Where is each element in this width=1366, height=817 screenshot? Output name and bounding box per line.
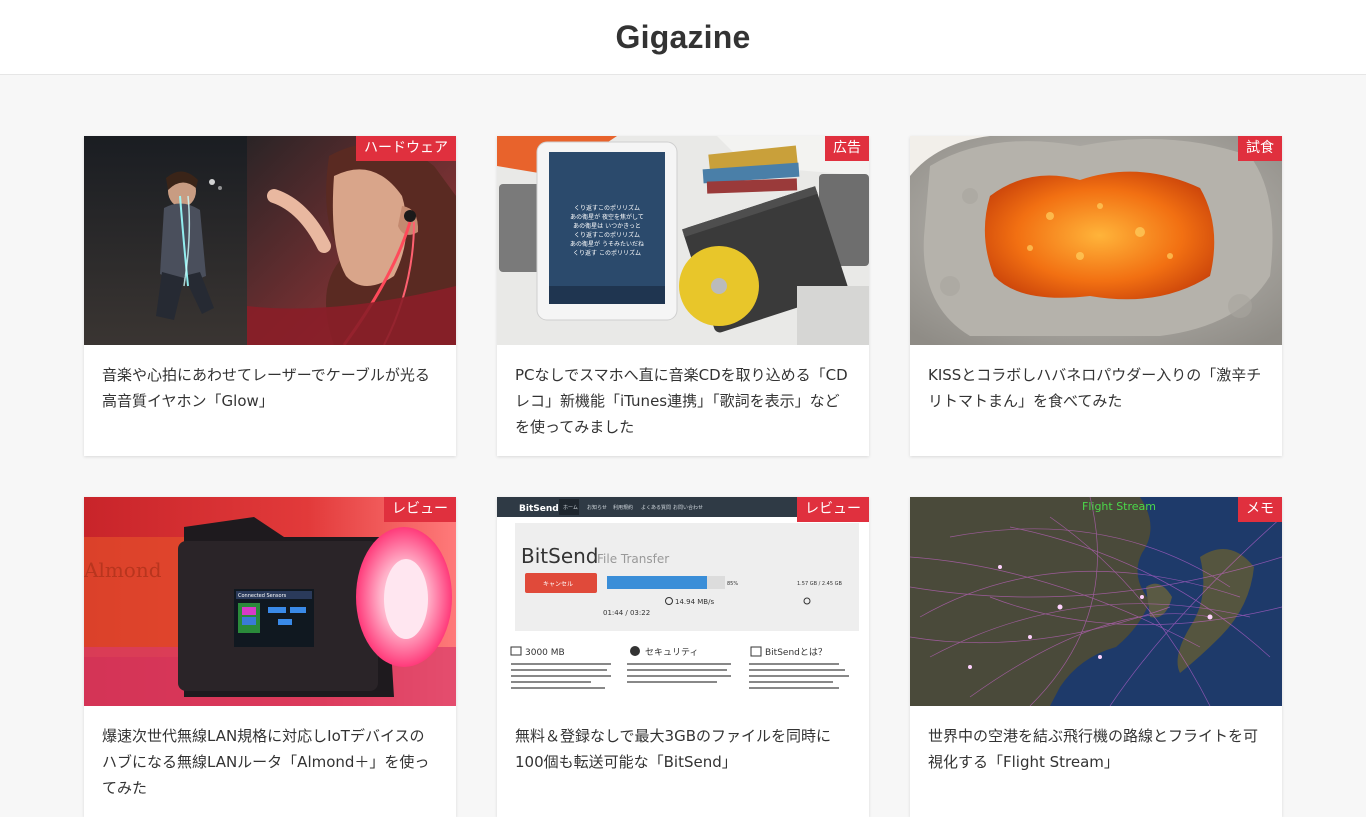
article-card[interactable]: Flight Stream メモ 世界中の空港を結ぶ飛行機の路線とフライトを可視… xyxy=(910,497,1282,817)
flight-stream-map-image: Flight Stream xyxy=(910,497,1282,706)
svg-text:くり返す このポリリズム: くり返す このポリリズム xyxy=(573,249,641,257)
svg-text:3000 MB: 3000 MB xyxy=(525,648,565,658)
article-thumbnail[interactable]: BitSend ホーム お知らせ 利用規約 よくある質問 お問い合わせ BitS… xyxy=(497,497,869,706)
article-title[interactable]: 音楽や心拍にあわせてレーザーでケーブルが光る高音質イヤホン「Glow」 xyxy=(84,345,456,414)
svg-text:14.94 MB/s: 14.94 MB/s xyxy=(675,598,714,606)
bitsend-screenshot-image: BitSend ホーム お知らせ 利用規約 よくある質問 お問い合わせ BitS… xyxy=(497,497,869,706)
article-title[interactable]: 世界中の空港を結ぶ飛行機の路線とフライトを可視化する「Flight Stream… xyxy=(910,706,1282,775)
svg-text:くり返すこのポリリズム: くり返すこのポリリズム xyxy=(574,204,640,212)
svg-text:Connected Sensors: Connected Sensors xyxy=(238,593,287,599)
article-thumbnail[interactable]: Flight Stream メモ xyxy=(910,497,1282,706)
svg-text:Flight Stream: Flight Stream xyxy=(1082,500,1156,513)
svg-text:1.57 GB / 2.45 GB: 1.57 GB / 2.45 GB xyxy=(797,581,842,587)
svg-text:お問い合わせ: お問い合わせ xyxy=(673,504,703,511)
svg-text:お知らせ: お知らせ xyxy=(587,504,607,511)
svg-text:あの衛星が うそみたいだね: あの衛星が うそみたいだね xyxy=(570,240,644,248)
article-thumbnail[interactable]: ハードウェア xyxy=(84,136,456,345)
article-card[interactable]: ハードウェア 音楽や心拍にあわせてレーザーでケーブルが光る高音質イヤホン「Glo… xyxy=(84,136,456,456)
svg-text:よくある質問: よくある質問 xyxy=(641,504,671,511)
svg-text:BitSend: BitSend xyxy=(521,544,599,568)
svg-text:85%: 85% xyxy=(727,581,738,587)
glow-earphones-image xyxy=(84,136,456,345)
article-thumbnail[interactable]: くり返すこのポリリズム あの衛星が 夜空を焦がして あの衛星は いつかきっと く… xyxy=(497,136,869,345)
cdreco-image: くり返すこのポリリズム あの衛星が 夜空を焦がして あの衛星は いつかきっと く… xyxy=(497,136,869,345)
category-badge[interactable]: メモ xyxy=(1238,497,1282,522)
category-badge[interactable]: 試食 xyxy=(1238,136,1282,161)
article-card[interactable]: Almond Connected Sensors レビュー 爆速次世代無線LAN… xyxy=(84,497,456,817)
article-title[interactable]: 無料＆登録なしで最大3GBのファイルを同時に100個も転送可能な「BitSend… xyxy=(497,706,869,775)
article-title[interactable]: PCなしでスマホへ直に音楽CDを取り込める「CDレコ」新機能「iTunes連携」… xyxy=(497,345,869,440)
chili-bun-image xyxy=(910,136,1282,345)
svg-text:ホーム: ホーム xyxy=(563,505,578,511)
article-title[interactable]: KISSとコラボしハバネロパウダー入りの「激辛チリトマトまん」を食べてみた xyxy=(910,345,1282,414)
svg-text:BitSendとは？: BitSendとは？ xyxy=(765,647,827,658)
category-badge[interactable]: レビュー xyxy=(384,497,456,522)
site-title[interactable]: Gigazine xyxy=(616,19,751,56)
article-thumbnail[interactable]: Almond Connected Sensors レビュー xyxy=(84,497,456,706)
svg-text:01:44 / 03:22: 01:44 / 03:22 xyxy=(603,609,650,617)
site-header: Gigazine xyxy=(0,0,1366,75)
category-badge[interactable]: 広告 xyxy=(825,136,869,161)
article-thumbnail[interactable]: 試食 xyxy=(910,136,1282,345)
category-badge[interactable]: ハードウェア xyxy=(356,136,456,161)
article-card[interactable]: BitSend ホーム お知らせ 利用規約 よくある質問 お問い合わせ BitS… xyxy=(497,497,869,817)
svg-text:くり返すこのポリリズム: くり返すこのポリリズム xyxy=(574,231,640,239)
svg-text:キャンセル: キャンセル xyxy=(543,581,573,588)
article-card[interactable]: 試食 KISSとコラボしハバネロパウダー入りの「激辛チリトマトまん」を食べてみた xyxy=(910,136,1282,456)
svg-text:BitSend: BitSend xyxy=(519,504,559,514)
article-title[interactable]: 爆速次世代無線LAN規格に対応しIoTデバイスのハブになる無線LANルータ「Al… xyxy=(84,706,456,801)
article-grid: ハードウェア 音楽や心拍にあわせてレーザーでケーブルが光る高音質イヤホン「Glo… xyxy=(84,136,1282,817)
almond-router-image: Almond Connected Sensors xyxy=(84,497,456,706)
svg-text:あの衛星が 夜空を焦がして: あの衛星が 夜空を焦がして xyxy=(570,213,644,221)
svg-text:あの衛星は いつかきっと: あの衛星は いつかきっと xyxy=(573,222,641,230)
svg-text:セキュリティ: セキュリティ xyxy=(645,647,698,658)
svg-text:利用規約: 利用規約 xyxy=(613,504,633,511)
svg-text:File Transfer: File Transfer xyxy=(597,552,669,566)
category-badge[interactable]: レビュー xyxy=(797,497,869,522)
svg-text:Almond: Almond xyxy=(84,558,162,582)
article-card[interactable]: くり返すこのポリリズム あの衛星が 夜空を焦がして あの衛星は いつかきっと く… xyxy=(497,136,869,456)
